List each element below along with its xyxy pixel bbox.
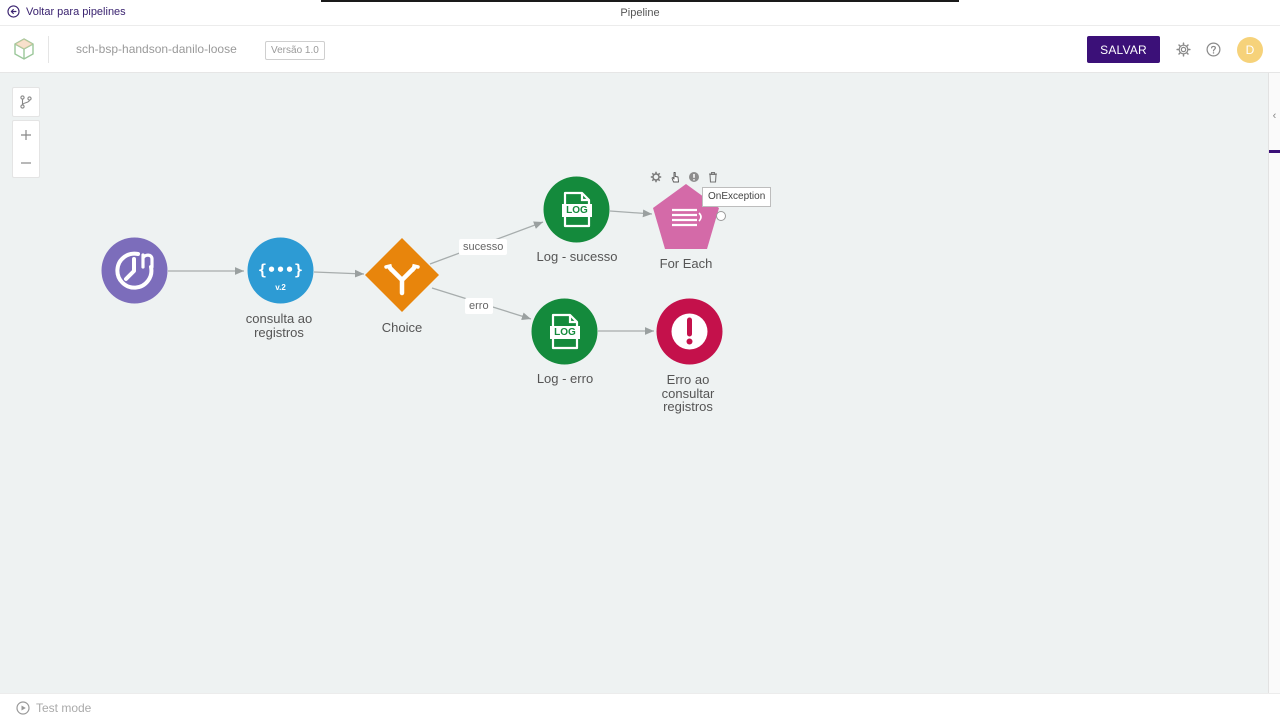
on-exception-port[interactable] (716, 211, 726, 221)
settings-gear-icon[interactable] (650, 171, 662, 183)
loading-progress-bar (321, 0, 959, 2)
log-erro-label: Log - erro (536, 371, 594, 386)
for-each-label: For Each (659, 256, 713, 271)
choice-node[interactable] (364, 237, 440, 313)
panel-accent-bar (1269, 150, 1280, 153)
error-node[interactable] (656, 298, 723, 365)
scheduler-icon (101, 237, 168, 304)
top-title: Pipeline (620, 7, 660, 19)
minus-icon (21, 162, 31, 164)
consulta-label-line2: registros (254, 324, 304, 340)
pipeline-name[interactable]: sch-bsp-handson-danilo-loose (76, 42, 237, 56)
log-node-erro[interactable]: LOG (531, 298, 598, 365)
exclamation-circle-icon (656, 298, 723, 365)
plus-icon (21, 130, 31, 140)
trigger-node[interactable] (101, 237, 168, 304)
hand-pointer-icon[interactable] (669, 171, 681, 183)
log-icon-text: LOG (554, 327, 576, 338)
cube-logo-icon[interactable] (12, 37, 36, 61)
branch-tool[interactable] (13, 88, 39, 116)
script-node-consulta[interactable]: {•••} v.2 (247, 237, 314, 304)
git-branch-icon (20, 95, 32, 109)
choice-split-icon (365, 238, 439, 312)
header-divider (48, 36, 49, 63)
zoom-in-button[interactable] (13, 121, 39, 149)
error-node-label: Erro ao consultar registros (633, 373, 743, 414)
edge-label-sucesso: sucesso (459, 239, 508, 255)
right-panel-strip: ‹ (1268, 73, 1280, 693)
on-exception-tooltip: OnException (702, 187, 772, 207)
log-node-sucesso[interactable]: LOG (543, 176, 610, 243)
test-mode-toggle[interactable]: Test mode (16, 701, 91, 715)
script-version-badge: v.2 (275, 283, 286, 292)
info-icon[interactable] (688, 171, 700, 183)
consulta-node-label: consulta ao registros (224, 312, 334, 339)
play-circle-icon (16, 701, 30, 715)
save-button[interactable]: SALVAR (1087, 36, 1160, 63)
gear-icon[interactable] (1176, 42, 1191, 57)
user-avatar[interactable]: D (1237, 37, 1263, 63)
chevron-left-icon[interactable]: ‹ (1268, 106, 1280, 126)
top-bar: Voltar para pipelines Pipeline (0, 0, 1280, 26)
edge-label-erro: erro (465, 298, 493, 314)
zoom-out-button[interactable] (13, 149, 39, 177)
log-sucesso-label: Log - sucesso (536, 249, 618, 264)
script-braces-icon: {•••} (247, 237, 314, 304)
svg-text:{•••}: {•••} (258, 261, 303, 279)
help-icon[interactable] (1206, 42, 1221, 57)
node-action-toolbar (650, 170, 719, 184)
log-icon-text: LOG (566, 205, 588, 216)
header: sch-bsp-handson-danilo-loose Versão 1.0 … (0, 26, 1280, 73)
version-badge[interactable]: Versão 1.0 (265, 41, 325, 60)
choice-node-label: Choice (381, 320, 423, 335)
zoom-controls (12, 120, 40, 178)
trash-icon[interactable] (707, 171, 719, 183)
branch-tool-box (12, 87, 40, 117)
test-mode-label[interactable]: Test mode (36, 701, 91, 715)
bottom-bar: Test mode (0, 693, 1280, 720)
error-label-line3: registros (663, 399, 713, 414)
